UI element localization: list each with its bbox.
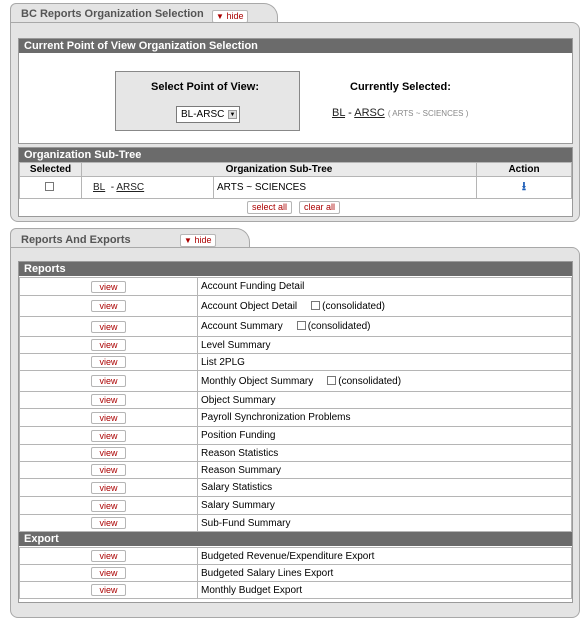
row-chart-link[interactable]: BL: [93, 182, 105, 193]
clear-all-button[interactable]: clear all: [299, 201, 341, 214]
table-row: view Budgeted Salary Lines Export: [19, 564, 572, 582]
view-button[interactable]: view: [91, 280, 126, 293]
view-button[interactable]: view: [91, 567, 126, 579]
consolidated-label: (consolidated): [322, 300, 385, 312]
reports-header: Reports: [19, 262, 572, 276]
pov-area: Current Point of View Organization Selec…: [18, 38, 573, 144]
report-name: Reason Summary: [201, 464, 282, 476]
table-row: view Monthly Object Summary (consolidated): [19, 370, 572, 392]
report-name: Reason Statistics: [201, 447, 279, 459]
table-row: view Salary Statistics: [19, 478, 572, 497]
table-row: view Payroll Synchronization Problems: [19, 408, 572, 427]
view-button[interactable]: view: [91, 464, 126, 476]
table-row: view List 2PLG: [19, 353, 572, 371]
consolidated-checkbox[interactable]: [311, 300, 321, 310]
triangle-down-icon: ▼: [216, 12, 224, 21]
consolidated-checkbox[interactable]: [296, 321, 306, 330]
current-chart-link[interactable]: BL: [332, 107, 345, 119]
view-button[interactable]: view: [91, 550, 126, 562]
view-button[interactable]: view: [91, 394, 126, 406]
table-row: view Position Funding: [19, 426, 572, 445]
subtree-table: Selected Organization Sub-Tree Action BL…: [19, 162, 572, 199]
row-org-link[interactable]: ARSC: [116, 182, 144, 193]
select-all-button[interactable]: select all: [247, 201, 293, 214]
reports-table: view Account Funding Detail view Account Ob…: [19, 277, 572, 532]
table-row: view Reason Statistics: [19, 444, 572, 462]
report-name: List 2PLG: [201, 356, 245, 368]
view-button[interactable]: view: [91, 356, 126, 368]
current-org-desc: ( ARTS ~ SCIENCES ): [387, 109, 469, 118]
report-name: Salary Statistics: [201, 482, 273, 493]
current-org-link[interactable]: ARSC: [354, 107, 385, 119]
view-button[interactable]: view: [91, 584, 126, 596]
report-name: Payroll Synchronization Problems: [201, 412, 351, 423]
consolidated-label: (consolidated): [338, 375, 402, 387]
table-row: view Account Summary (consolidated): [19, 316, 572, 337]
table-row: view Sub-Fund Summary: [19, 514, 572, 532]
report-name: Salary Summary: [201, 500, 275, 511]
export-name: Budgeted Salary Lines Export: [201, 567, 334, 579]
report-name: Level Summary: [201, 339, 271, 351]
table-row: BL - ARSC ARTS ~ SCIENCES ⭳: [19, 176, 572, 199]
reports-area: Reports view Account Funding Detail view Ac…: [18, 261, 573, 603]
table-row: view Account Object Detail (consolidated): [19, 295, 572, 317]
download-arrow-icon[interactable]: ⭳: [522, 179, 526, 193]
table-row: view Object Summary: [19, 391, 572, 409]
report-name: Account Object Detail: [201, 300, 298, 312]
view-button[interactable]: view: [91, 517, 126, 529]
subtree-area: Organization Sub-Tree Selected Organizat…: [18, 147, 573, 217]
currently-selected-value: BL - ARSC ( ARTS ~ SCIENCES ): [332, 107, 469, 119]
org-selection-panel: Current Point of View Organization Selec…: [10, 22, 580, 222]
hide-reports-button[interactable]: ▼ hide: [180, 234, 217, 247]
report-name: Monthly Object Summary: [201, 375, 314, 387]
currently-selected-label: Currently Selected:: [350, 81, 451, 93]
export-header: Export: [19, 532, 572, 546]
section-title-org-selection: BC Reports Organization Selection: [21, 8, 204, 20]
table-row: view Salary Summary: [19, 496, 572, 515]
section-title-reports: Reports And Exports: [21, 234, 131, 246]
export-table: view Budgeted Revenue/Expenditure Export v…: [19, 547, 572, 599]
table-row: view Budgeted Revenue/Expenditure Export: [19, 547, 572, 565]
col-action: Action: [476, 162, 572, 177]
table-row: view Monthly Budget Export: [19, 581, 572, 599]
pov-select[interactable]: BL-ARSC ▼: [176, 106, 240, 123]
report-name: Object Summary: [201, 394, 276, 406]
report-name: Sub-Fund Summary: [201, 517, 291, 529]
table-row: view Account Funding Detail: [19, 277, 572, 296]
report-name: Account Funding Detail: [201, 281, 305, 292]
report-name: Position Funding: [201, 430, 276, 441]
view-button[interactable]: view: [91, 320, 126, 333]
row-org-name: ARTS ~ SCIENCES: [213, 176, 477, 199]
view-button[interactable]: view: [91, 429, 126, 442]
select-pov-box: Select Point of View: BL-ARSC ▼: [115, 71, 300, 131]
subtree-header: Organization Sub-Tree: [19, 148, 572, 162]
chevron-down-icon: ▼: [228, 110, 237, 119]
export-name: Monthly Budget Export: [201, 584, 303, 596]
export-name: Budgeted Revenue/Expenditure Export: [201, 550, 375, 562]
col-subtree: Organization Sub-Tree: [81, 162, 477, 177]
col-selected: Selected: [19, 162, 82, 177]
subtree-row-checkbox[interactable]: [45, 182, 54, 191]
view-button[interactable]: view: [91, 447, 126, 459]
consolidated-label: (consolidated): [307, 321, 371, 332]
view-button[interactable]: view: [91, 375, 126, 387]
select-pov-label: Select Point of View:: [151, 81, 259, 93]
reports-panel: Reports view Account Funding Detail view Ac…: [10, 247, 580, 618]
view-button[interactable]: view: [91, 481, 126, 494]
view-button[interactable]: view: [91, 411, 126, 424]
consolidated-checkbox[interactable]: [327, 375, 337, 385]
table-row: view Level Summary: [19, 336, 572, 354]
view-button[interactable]: view: [91, 300, 126, 312]
pov-header: Current Point of View Organization Selec…: [19, 39, 572, 53]
view-button[interactable]: view: [91, 339, 126, 351]
report-name: Account Summary: [201, 321, 283, 332]
triangle-down-icon: ▼: [184, 236, 192, 245]
view-button[interactable]: view: [91, 499, 126, 512]
table-row: view Reason Summary: [19, 461, 572, 479]
